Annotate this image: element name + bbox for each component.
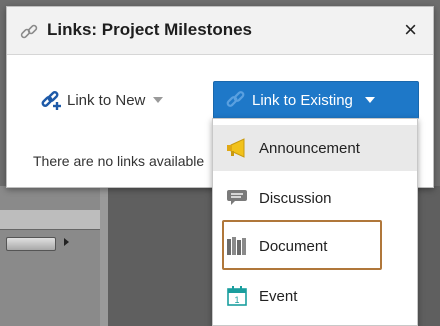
menu-item-document[interactable]: Document (213, 223, 417, 269)
chat-bubble-icon (225, 187, 249, 209)
chevron-down-icon (153, 97, 164, 103)
menu-item-announcement[interactable]: Announcement (213, 125, 417, 171)
dialog-title: Links: Project Milestones (47, 20, 252, 39)
link-to-new-button[interactable]: Link to New (41, 87, 164, 113)
megaphone-icon (225, 137, 249, 159)
background-divider (100, 186, 108, 326)
menu-item-label: Announcement (259, 139, 360, 157)
dialog-toolbar: Link to New Link to Existing (7, 77, 433, 119)
menu-item-label: Discussion (259, 189, 332, 207)
dialog-header: Links: Project Milestones × (7, 7, 433, 55)
scrollbar-thumb[interactable] (6, 237, 56, 251)
document-library-icon (225, 235, 249, 257)
link-add-icon (41, 91, 61, 110)
scrollbar-track[interactable] (0, 210, 100, 251)
link-icon (226, 91, 245, 107)
calendar-icon: 1 (225, 285, 249, 307)
link-to-new-label: Link to New (67, 91, 146, 109)
menu-item-label: Document (259, 237, 328, 255)
link-icon (20, 24, 38, 39)
background-panel (0, 186, 100, 326)
close-button[interactable]: × (404, 17, 417, 43)
svg-text:1: 1 (234, 295, 239, 305)
chevron-down-icon (364, 97, 375, 103)
menu-item-event[interactable]: 1 Event (213, 273, 417, 319)
link-to-existing-button[interactable]: Link to Existing (213, 81, 419, 119)
link-type-menu: Announcement Discussion Document 1 Event (212, 118, 418, 326)
menu-item-discussion[interactable]: Discussion (213, 175, 417, 221)
menu-item-label: Event (259, 287, 298, 305)
link-to-existing-label: Link to Existing (252, 91, 353, 109)
empty-state-message: There are no links available (33, 153, 205, 169)
scroll-right-arrow-icon[interactable] (64, 238, 69, 246)
